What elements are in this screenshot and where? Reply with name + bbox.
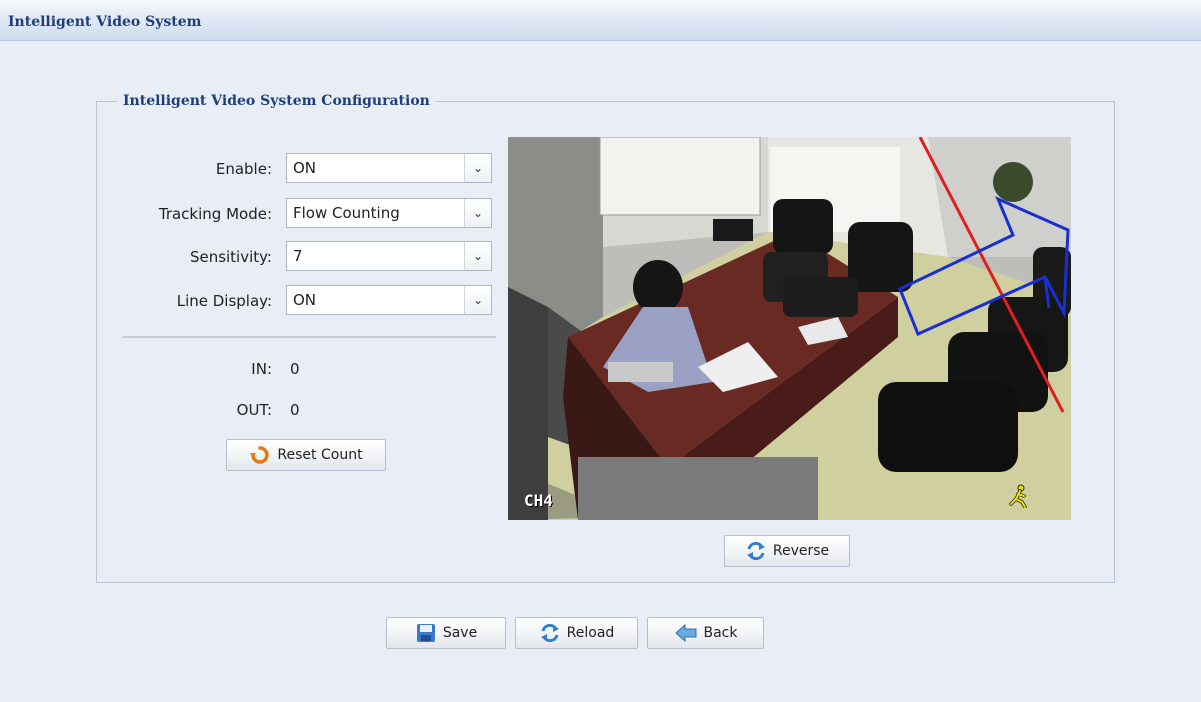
sensitivity-value: 7 bbox=[293, 247, 303, 265]
reset-count-label: Reset Count bbox=[277, 447, 363, 463]
line-display-select[interactable]: ON ⌄ bbox=[286, 285, 492, 315]
save-label: Save bbox=[442, 625, 478, 641]
reload-icon bbox=[539, 623, 561, 643]
camera-frame bbox=[508, 137, 1071, 520]
save-button[interactable]: Save bbox=[386, 617, 506, 649]
tracking-mode-value: Flow Counting bbox=[293, 204, 400, 222]
section-divider bbox=[122, 336, 496, 338]
back-button[interactable]: Back bbox=[647, 617, 764, 649]
camera-preview: CH4 bbox=[508, 137, 1071, 520]
reload-button[interactable]: Reload bbox=[515, 617, 638, 649]
enable-value: ON bbox=[293, 159, 317, 177]
motion-person-icon bbox=[1007, 484, 1031, 512]
line-display-value: ON bbox=[293, 291, 317, 309]
chevron-down-icon[interactable]: ⌄ bbox=[464, 199, 491, 227]
reverse-button[interactable]: Reverse bbox=[724, 535, 850, 567]
reverse-label: Reverse bbox=[772, 543, 830, 559]
out-count: 0 bbox=[290, 401, 300, 419]
tracking-mode-select[interactable]: Flow Counting ⌄ bbox=[286, 198, 492, 228]
in-count: 0 bbox=[290, 360, 300, 378]
app-title: Intelligent Video System bbox=[8, 14, 202, 30]
enable-select[interactable]: ON ⌄ bbox=[286, 153, 492, 183]
tracking-mode-label: Tracking Mode: bbox=[158, 205, 272, 223]
line-display-label: Line Display: bbox=[176, 292, 272, 310]
config-legend: Intelligent Video System Configuration bbox=[123, 93, 430, 109]
out-label: OUT: bbox=[236, 401, 272, 419]
enable-label: Enable: bbox=[215, 160, 272, 178]
sensitivity-label: Sensitivity: bbox=[189, 248, 272, 266]
sensitivity-select[interactable]: 7 ⌄ bbox=[286, 241, 492, 271]
back-label: Back bbox=[703, 625, 738, 641]
reverse-icon bbox=[745, 541, 767, 561]
chevron-down-icon[interactable]: ⌄ bbox=[464, 154, 491, 182]
title-bar: Intelligent Video System bbox=[0, 0, 1201, 41]
chevron-down-icon[interactable]: ⌄ bbox=[464, 286, 491, 314]
reset-icon bbox=[249, 445, 271, 465]
in-label: IN: bbox=[251, 360, 272, 378]
reload-label: Reload bbox=[566, 625, 615, 641]
back-icon bbox=[674, 623, 698, 643]
chevron-down-icon[interactable]: ⌄ bbox=[464, 242, 491, 270]
save-icon bbox=[415, 622, 437, 644]
channel-label: CH4 bbox=[524, 491, 553, 510]
reset-count-button[interactable]: Reset Count bbox=[226, 439, 386, 471]
